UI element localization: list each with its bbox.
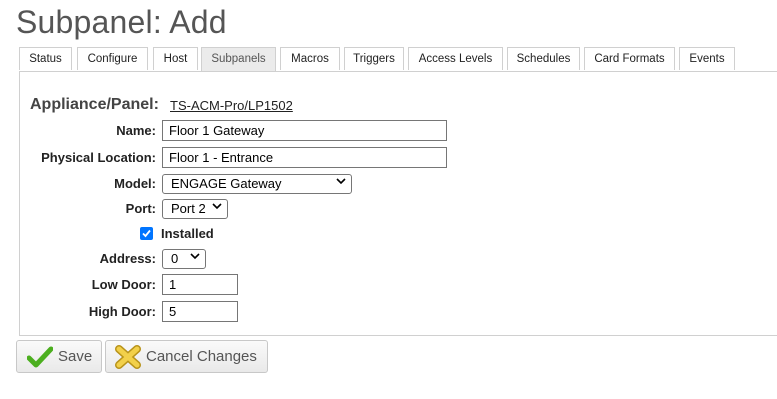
high-door-label: High Door: [88,304,156,319]
cancel-changes-button-label: Cancel Changes [146,348,257,365]
tab-events[interactable]: Events [679,47,735,70]
address-label: Address: [99,251,156,266]
address-select[interactable]: 0 [162,249,206,269]
model-select-value: ENGAGE Gateway [171,176,282,191]
cancel-changes-button[interactable]: Cancel Changes [105,340,268,373]
port-select[interactable]: Port 2 [162,199,228,219]
model-label: Model: [114,176,156,191]
save-button-label: Save [58,348,93,365]
chevron-down-icon [212,200,222,218]
physical-location-field[interactable]: Floor 1 - Entrance [162,147,447,168]
tab-schedules[interactable]: Schedules [507,47,580,70]
name-label: Name: [116,123,156,138]
model-select[interactable]: ENGAGE Gateway [162,174,352,194]
checkmark-icon [26,346,54,372]
tab-host[interactable]: Host [153,47,198,70]
chevron-down-icon [190,250,200,268]
physical-location-label: Physical Location: [41,150,156,165]
port-label: Port: [125,201,156,216]
checkmark-icon [142,229,151,238]
appliance-panel-link[interactable]: TS-ACM-Pro/LP1502 [170,98,293,113]
port-select-value: Port 2 [171,201,206,216]
page-title: Subpanel: Add [16,4,227,40]
low-door-field[interactable]: 1 [162,274,238,295]
name-field[interactable]: Floor 1 Gateway [162,120,447,141]
cancel-x-icon [115,345,141,373]
appliance-panel-label: Appliance/Panel: [30,96,159,113]
tab-card-formats[interactable]: Card Formats [584,47,675,70]
installed-checkbox[interactable] [140,227,153,240]
low-door-label: Low Door: [91,277,156,292]
installed-label: Installed [161,226,214,241]
tab-status[interactable]: Status [19,47,72,70]
tab-subpanels[interactable]: Subpanels [201,47,276,71]
save-button[interactable]: Save [16,340,102,373]
address-select-value: 0 [171,251,179,266]
tab-bar: Status Configure Host Subpanels Macros T… [19,47,777,72]
tab-triggers[interactable]: Triggers [344,47,404,70]
tab-configure[interactable]: Configure [77,47,148,70]
tab-access-levels[interactable]: Access Levels [408,47,503,70]
high-door-field[interactable]: 5 [162,301,238,322]
chevron-down-icon [336,175,346,193]
tab-macros[interactable]: Macros [280,47,340,70]
